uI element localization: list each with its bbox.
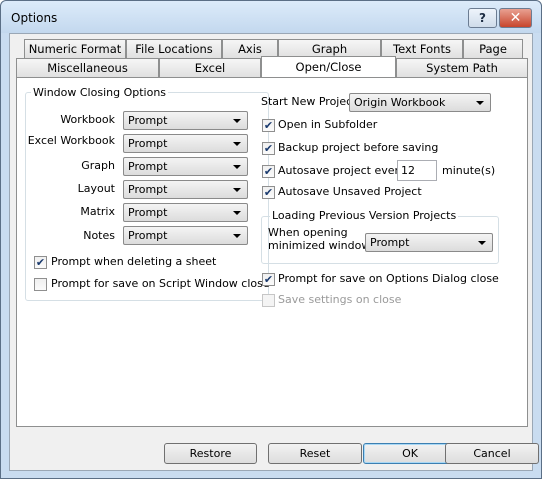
matrix-select-value: Prompt — [128, 206, 168, 219]
notes-select[interactable]: Prompt — [123, 226, 248, 245]
tab-miscellaneous[interactable]: Miscellaneous — [16, 58, 159, 77]
checkmark-icon: ✔ — [263, 273, 274, 286]
prompt-delete-sheet-label: Prompt when deleting a sheet — [51, 255, 217, 268]
reset-button[interactable]: Reset — [268, 443, 362, 464]
layout-select[interactable]: Prompt — [123, 180, 248, 199]
layout-label: Layout — [77, 182, 115, 195]
layout-select-value: Prompt — [128, 183, 168, 196]
workbook-label: Workbook — [60, 113, 115, 126]
autosave-minutes-input[interactable]: 12 — [397, 160, 437, 181]
when-opening-label: When opening — [268, 226, 348, 239]
graph-select-value: Prompt — [128, 160, 168, 173]
prompt-script-close-checkbox[interactable] — [34, 278, 47, 291]
excel-workbook-select-value: Prompt — [128, 137, 168, 150]
autosave-unit-label: minute(s) — [442, 164, 496, 177]
autosave-unsaved-label: Autosave Unsaved Project — [278, 185, 422, 198]
title-bar: Options ? ✕ — [1, 1, 541, 33]
loading-previous-select[interactable]: Prompt — [365, 233, 493, 252]
prompt-options-close-checkbox[interactable]: ✔ — [262, 273, 275, 286]
autosave-unsaved-checkbox[interactable]: ✔ — [262, 186, 275, 199]
chevron-down-icon — [233, 211, 241, 215]
tab-file-locations[interactable]: File Locations — [126, 39, 222, 58]
autosave-checkbox[interactable]: ✔ — [262, 165, 275, 178]
options-dialog: Options ? ✕ Numeric Format File Location… — [0, 0, 542, 479]
checkmark-icon: ✔ — [35, 256, 46, 269]
matrix-select[interactable]: Prompt — [123, 203, 248, 222]
ok-button[interactable]: OK — [363, 443, 457, 464]
tab-open-close[interactable]: Open/Close — [261, 56, 396, 77]
checkmark-icon: ✔ — [263, 142, 274, 155]
matrix-label: Matrix — [80, 205, 115, 218]
chevron-down-icon — [476, 101, 484, 105]
excel-workbook-select[interactable]: Prompt — [123, 134, 248, 153]
start-new-project-value: Origin Workbook — [354, 96, 446, 109]
help-button[interactable]: ? — [468, 8, 497, 28]
backup-label: Backup project before saving — [278, 141, 439, 154]
tab-system-path[interactable]: System Path — [396, 58, 528, 77]
notes-select-value: Prompt — [128, 229, 168, 242]
tab-numeric-format[interactable]: Numeric Format — [24, 39, 126, 58]
notes-label: Notes — [83, 229, 115, 242]
chevron-down-icon — [233, 165, 241, 169]
workbook-select[interactable]: Prompt — [123, 111, 248, 130]
chevron-down-icon — [233, 234, 241, 238]
restore-button[interactable]: Restore — [164, 443, 257, 464]
prompt-delete-sheet-checkbox[interactable]: ✔ — [34, 256, 47, 269]
window-closing-title: Window Closing Options — [31, 86, 169, 99]
open-subfolder-checkbox[interactable]: ✔ — [262, 119, 275, 132]
save-settings-close-checkbox[interactable] — [262, 294, 275, 307]
autosave-label: Autosave project every — [278, 164, 406, 177]
graph-select[interactable]: Prompt — [123, 157, 248, 176]
backup-checkbox[interactable]: ✔ — [262, 142, 275, 155]
tab-panel-open-close: Window Closing Options Workbook Prompt E… — [16, 77, 528, 427]
window-title: Options — [11, 11, 58, 25]
start-new-project-select[interactable]: Origin Workbook — [349, 93, 491, 112]
chevron-down-icon — [233, 188, 241, 192]
tab-page[interactable]: Page — [463, 39, 523, 58]
graph-label: Graph — [81, 159, 115, 172]
start-new-project-label: Start New Project — [261, 95, 357, 108]
close-button[interactable]: ✕ — [499, 8, 532, 28]
excel-workbook-label: Excel Workbook — [27, 134, 115, 147]
workbook-select-value: Prompt — [128, 114, 168, 127]
open-subfolder-label: Open in Subfolder — [278, 118, 378, 131]
save-settings-close-label: Save settings on close — [278, 293, 402, 306]
chevron-down-icon — [233, 142, 241, 146]
loading-previous-value: Prompt — [370, 236, 410, 249]
chevron-down-icon — [478, 241, 486, 245]
prompt-script-close-label: Prompt for save on Script Window close — [51, 277, 270, 290]
checkmark-icon: ✔ — [263, 165, 274, 178]
checkmark-icon: ✔ — [263, 119, 274, 132]
cancel-button[interactable]: Cancel — [445, 443, 539, 464]
checkmark-icon: ✔ — [263, 186, 274, 199]
minimized-windows-label: minimized windows, — [268, 239, 380, 252]
prompt-options-close-label: Prompt for save on Options Dialog close — [278, 272, 499, 285]
loading-previous-title: Loading Previous Version Projects — [270, 209, 459, 222]
tab-excel[interactable]: Excel — [159, 58, 261, 77]
chevron-down-icon — [233, 119, 241, 123]
